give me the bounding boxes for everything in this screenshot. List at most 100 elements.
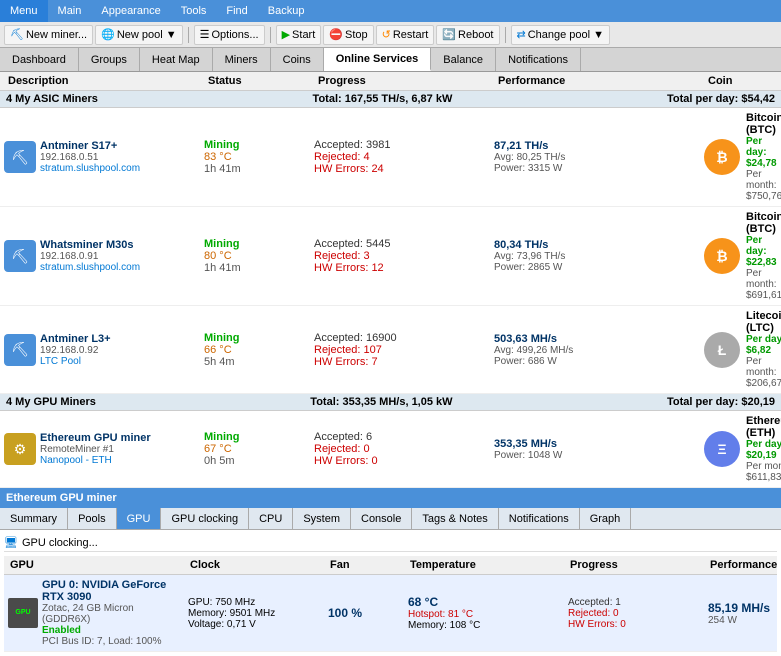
start-icon: ▶ [282,28,290,41]
miner-rejected-2: Rejected: 107 [314,344,486,356]
tab-groups[interactable]: Groups [79,48,140,71]
stop-button[interactable]: ⛔ Stop [323,25,373,45]
change-pool-button[interactable]: ⇄ Change pool ▼ [511,25,611,45]
gpu-miner-pool-0: Nanopool - ETH [40,455,151,466]
tab-coins[interactable]: Coins [271,48,324,71]
tab-heatmap[interactable]: Heat Map [140,48,213,71]
miner-ip-2: 192.168.0.92 [40,345,111,356]
tab-online-services[interactable]: Online Services [324,48,432,71]
miner-status-1: Mining 80 °C 1h 41m [200,236,310,276]
gpu-miner-hwerr-0: HW Errors: 0 [314,455,486,467]
miner-performance-1: 80,34 TH/s Avg: 73,96 TH/s Power: 2865 W [490,237,700,275]
col-coin: Coin [704,74,777,88]
gpu-coin-details-0: Ethereum (ETH) Per day: $20,19 Per month… [746,415,781,483]
gpu-detail-temp: 68 °C Hotspot: 81 °C Memory: 108 °C [404,593,564,633]
options-icon: ☰ [200,28,210,41]
miner-icon-0: ⛏ [4,141,36,173]
new-pool-label: New pool ▼ [117,29,177,41]
gpu-miner-coin-0: Ξ Ethereum (ETH) Per day: $20,19 Per mon… [700,413,781,485]
asic-section-total: Total: 167,55 TH/s, 6,87 kW [313,93,453,105]
gpu-temp-hot: Hotspot: 81 °C [408,609,560,620]
restart-button[interactable]: ↺ Restart [376,25,435,45]
menu-item-backup[interactable]: Backup [258,0,315,22]
miner-accepted-2: Accepted: 16900 [314,332,486,344]
menu-item-appearance[interactable]: Appearance [91,0,170,22]
gpu-col-clock: Clock [188,558,328,572]
gpu-detail-icon: GPU [8,598,38,628]
gpu-miner-performance-0: 353,35 MH/s Power: 1048 W [490,436,700,463]
col-status: Status [204,74,314,88]
gpu-temp-core: 68 °C [408,595,560,609]
gpu-clock-mem: Memory: 9501 MHz [188,608,320,619]
miner-row-1[interactable]: ⛏ Whatsminer M30s 192.168.0.91 stratum.s… [0,207,781,306]
miner-perf1-1: 80,34 TH/s [494,239,696,251]
gpu-miner-uptime-0: 0h 5m [204,455,306,467]
miner-status-text-0: Mining [204,139,306,151]
new-miner-button[interactable]: ⛏ New miner... [4,25,93,45]
miner-row-2[interactable]: ⛏ Antminer L3+ 192.168.0.92 LTC Pool Min… [0,306,781,394]
gpu-clocking-icon: 🖥 [4,536,18,549]
miner-progress-1: Accepted: 5445 Rejected: 3 HW Errors: 12 [310,236,490,276]
new-pool-button[interactable]: 🌐 New pool ▼ [95,25,183,45]
menu-item-main[interactable]: Main [48,0,92,22]
menu-item-tools[interactable]: Tools [171,0,217,22]
miner-temp-2: 66 °C [204,344,306,356]
new-miner-icon: ⛏ [10,28,24,41]
restart-icon: ↺ [382,28,391,41]
miner-ip-1: 192.168.0.91 [40,251,140,262]
change-pool-icon: ⇄ [517,28,526,41]
table-header: Description Status Progress Performance … [0,72,781,91]
menu-item-find[interactable]: Find [216,0,257,22]
options-label: Options... [212,29,259,41]
miner-perf3-1: Power: 2865 W [494,262,696,273]
gpu-perf1: 85,19 MH/s [708,601,781,615]
miner-details-2: Antminer L3+ 192.168.0.92 LTC Pool [40,333,111,367]
reboot-button[interactable]: 🔄 Reboot [436,25,499,45]
gpu-coin-permonth-0: Per month: $611,83 [746,461,781,483]
bottom-tab-bar: Summary Pools GPU GPU clocking CPU Syste… [0,508,781,530]
gpu-miner-row-0[interactable]: ⚙ Ethereum GPU miner RemoteMiner #1 Nano… [0,411,781,488]
miner-performance-2: 503,63 MH/s Avg: 499,26 MH/s Power: 686 … [490,331,700,369]
miner-accepted-0: Accepted: 3981 [314,139,486,151]
menu-item-menu[interactable]: Menu [0,0,48,22]
gpu-miner-info-0: ⚙ Ethereum GPU miner RemoteMiner #1 Nano… [0,430,200,468]
gpu-temp-mem: Memory: 108 °C [408,620,560,631]
gpu-detail-sub1: Zotac, 24 GB Micron (GDDR6X) [42,603,180,625]
gpu-clocking-label: 🖥 GPU clocking... [4,534,777,552]
miner-uptime-0: 1h 41m [204,163,306,175]
miner-info-0: ⛏ Antminer S17+ 192.168.0.51 stratum.slu… [0,138,200,176]
coin-permonth-0: Per month: $750,76 [746,169,781,202]
miner-ip-0: 192.168.0.51 [40,152,140,163]
gpu-detail-name: GPU 0: NVIDIA GeForce RTX 3090 [42,579,180,603]
gpu-miner-name-0: Ethereum GPU miner [40,432,151,444]
gpu-detail-row-0[interactable]: GPU GPU 0: NVIDIA GeForce RTX 3090 Zotac… [4,575,777,652]
miner-hwerr-0: HW Errors: 24 [314,163,486,175]
gpu-miner-details-0: Ethereum GPU miner RemoteMiner #1 Nanopo… [40,432,151,466]
coin-name-2: Litecoin (LTC) [746,310,781,334]
asic-section-label: 4 My ASIC Miners [6,93,98,105]
gpu-col-temp: Temperature [408,558,568,572]
coin-icon-1: ₿ [704,238,740,274]
toolbar-separator-2 [270,27,271,43]
gpu-clock-gpu: GPU: 750 MHz [188,597,320,608]
gpu-table-header: GPU Clock Fan Temperature Progress Perfo… [4,556,777,575]
gpu-perf2: 254 W [708,615,781,626]
tab-dashboard[interactable]: Dashboard [0,48,79,71]
miner-perf1-0: 87,21 TH/s [494,140,696,152]
coin-icon-0: ₿ [704,139,740,175]
options-button[interactable]: ☰ Options... [194,25,265,45]
asic-section-header: 4 My ASIC Miners Total: 167,55 TH/s, 6,8… [0,91,781,108]
miner-uptime-2: 5h 4m [204,356,306,368]
gpu-detail-progress: Accepted: 1 Rejected: 0 HW Errors: 0 [564,595,704,632]
miner-info-2: ⛏ Antminer L3+ 192.168.0.92 LTC Pool [0,331,200,369]
new-miner-label: New miner... [26,29,87,41]
tab-miners[interactable]: Miners [213,48,271,71]
start-button[interactable]: ▶ Start [276,25,322,45]
col-progress: Progress [314,74,494,88]
miner-pool-0: stratum.slushpool.com [40,163,140,174]
gpu-detail-section: 🖥 GPU clocking... GPU Clock Fan Temperat… [0,530,781,656]
miner-row-0[interactable]: ⛏ Antminer S17+ 192.168.0.51 stratum.slu… [0,108,781,207]
tab-balance[interactable]: Balance [431,48,496,71]
reboot-icon: 🔄 [442,28,456,41]
tab-notifications[interactable]: Notifications [496,48,581,71]
